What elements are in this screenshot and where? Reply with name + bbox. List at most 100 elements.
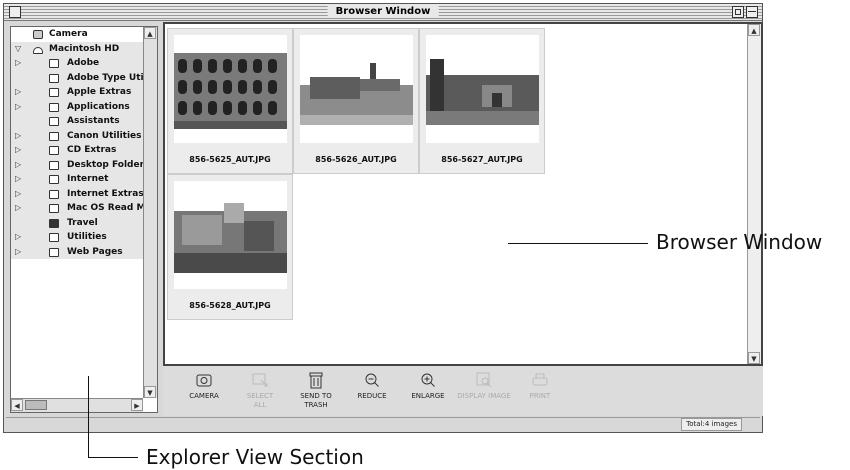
- disclosure-triangle-icon[interactable]: ▷: [15, 203, 25, 212]
- tree-item-label: CD Extras: [67, 145, 117, 155]
- hard-disk-icon: [33, 46, 43, 54]
- status-bar: Total:4 images: [6, 417, 760, 431]
- explorer-view-callout: Explorer View Section: [146, 445, 364, 469]
- tree-item-label: Desktop Folder: [67, 159, 143, 170]
- disclosure-triangle-icon[interactable]: ▷: [15, 232, 25, 241]
- thumbnail-cell[interactable]: 856-5627_AUT.JPG: [419, 28, 545, 174]
- tree-item-label: Canon Utilities: [67, 130, 142, 141]
- disclosure-triangle-icon[interactable]: ▷: [15, 131, 25, 140]
- disclosure-triangle-icon[interactable]: ▽: [15, 44, 25, 53]
- explorer-callout-vline: [88, 376, 89, 458]
- folder-icon: [49, 131, 59, 141]
- tree-item[interactable]: ▷ Utilities: [11, 230, 143, 245]
- toolbar-button-label: CAMERA: [189, 392, 219, 400]
- tree-item[interactable]: ▷ Internet: [11, 172, 143, 187]
- tree-item[interactable]: ▷ Mac OS Read Me I: [11, 201, 143, 216]
- tree-item-label: Macintosh HD: [49, 43, 120, 54]
- camera-button[interactable]: CAMERA: [173, 370, 235, 401]
- browser-scroll-down-arrow[interactable]: ▼: [748, 352, 760, 364]
- tree-item[interactable]: Adobe Type Utilit: [11, 70, 143, 85]
- tree-item[interactable]: ▷ Web Pages: [11, 244, 143, 259]
- tree-item[interactable]: ▷ Canon Utilities: [11, 128, 143, 143]
- zoom-out-icon: [341, 370, 403, 390]
- tree-item[interactable]: ▽ Macintosh HD: [11, 41, 143, 56]
- reduce-button[interactable]: REDUCE: [341, 370, 403, 401]
- thumbnail-filename: 856-5627_AUT.JPG: [441, 155, 523, 164]
- disclosure-triangle-icon[interactable]: ▷: [15, 87, 25, 96]
- tree-item[interactable]: Travel: [11, 215, 143, 230]
- toolbar-button-label: SEND TO TRASH: [300, 392, 332, 409]
- browser-app-window: Browser Window Camera ▽ Macintosh HD ▷ Adobe…: [3, 3, 763, 433]
- toolbar-button-label: ENLARGE: [411, 392, 445, 400]
- tree-item[interactable]: Camera: [11, 27, 143, 42]
- image-count: Total:4 images: [681, 418, 742, 431]
- disclosure-triangle-icon[interactable]: ▷: [15, 247, 25, 256]
- folder-icon: [49, 233, 59, 242]
- folder-icon: [49, 247, 59, 257]
- toolbar-button-label: PRINT: [529, 392, 551, 400]
- tree-item[interactable]: Assistants: [11, 114, 143, 129]
- disclosure-triangle-icon[interactable]: ▷: [15, 174, 25, 183]
- toolbar-button-label: DISPLAY IMAGE: [457, 392, 511, 400]
- tree-item[interactable]: ▷ Applications: [11, 99, 143, 114]
- window-title: Browser Window: [327, 5, 439, 18]
- folder-icon: [49, 117, 59, 126]
- tree-item[interactable]: ▷ CD Extras: [11, 143, 143, 158]
- tree-item-label: Adobe Type Utilit: [67, 72, 143, 83]
- scroll-up-arrow[interactable]: ▲: [144, 27, 156, 39]
- zoom-box[interactable]: [732, 6, 744, 18]
- folder-icon: [49, 59, 59, 68]
- disclosure-triangle-icon[interactable]: ▷: [15, 145, 25, 154]
- disclosure-triangle-icon[interactable]: ▷: [15, 160, 25, 169]
- print-button[interactable]: PRINT: [509, 370, 571, 401]
- enlarge-button[interactable]: ENLARGE: [397, 370, 459, 401]
- explorer-horizontal-scrollbar[interactable]: ◀ ▶: [11, 398, 143, 412]
- zoom-in-icon: [397, 370, 459, 390]
- tree-item-label: Travel: [67, 217, 98, 228]
- disclosure-triangle-icon[interactable]: ▷: [15, 58, 25, 67]
- browser-scroll-up-arrow[interactable]: ▲: [748, 24, 760, 36]
- tree-item[interactable]: ▷ Adobe: [11, 56, 143, 71]
- thumbnail-filename: 856-5628_AUT.JPG: [189, 301, 271, 310]
- folder-icon: [49, 218, 59, 228]
- tree-item[interactable]: ▷ Internet Extras: [11, 186, 143, 201]
- folder-icon: [49, 146, 59, 155]
- scroll-left-arrow[interactable]: ◀: [11, 399, 23, 411]
- tree-item-label: Internet: [67, 174, 109, 184]
- thumbnail-image[interactable]: [174, 181, 287, 289]
- browser-window-callout: Browser Window: [656, 230, 823, 254]
- select-all-icon: [229, 370, 291, 390]
- tree-item-label: Applications: [67, 101, 130, 112]
- camera-icon: [33, 30, 43, 39]
- disclosure-triangle-icon[interactable]: ▷: [15, 189, 25, 198]
- tree-item-label: Apple Extras: [67, 87, 132, 97]
- tree-item-label: Adobe: [67, 58, 100, 68]
- explorer-vertical-scrollbar[interactable]: ▲ ▼: [143, 27, 157, 398]
- tree-item[interactable]: ▷ Desktop Folder: [11, 157, 143, 172]
- send-to-trash-button[interactable]: SEND TO TRASH: [285, 370, 347, 410]
- thumbnail-browser-area: 856-5625_AUT.JPG 856-5626_AUT.JPG 856-5627…: [163, 22, 763, 366]
- explorer-callout-hline: [88, 457, 138, 458]
- folder-icon: [49, 204, 59, 213]
- tree-item[interactable]: ▷ Apple Extras: [11, 85, 143, 100]
- scroll-right-arrow[interactable]: ▶: [131, 399, 143, 411]
- thumbnail-cell[interactable]: 856-5625_AUT.JPG: [167, 28, 293, 174]
- display-image-button[interactable]: DISPLAY IMAGE: [453, 370, 515, 401]
- print-icon: [509, 370, 571, 390]
- thumbnail-image[interactable]: [174, 35, 287, 143]
- thumbnail-image[interactable]: [300, 35, 413, 143]
- title-bar[interactable]: Browser Window: [4, 4, 762, 21]
- scroll-thumb[interactable]: [25, 400, 47, 410]
- scroll-down-arrow[interactable]: ▼: [144, 386, 156, 398]
- browser-vertical-scrollbar[interactable]: ▲ ▼: [747, 24, 761, 364]
- select-all-button[interactable]: SELECT ALL: [229, 370, 291, 410]
- disclosure-triangle-icon[interactable]: ▷: [15, 102, 25, 111]
- close-box[interactable]: [9, 6, 21, 18]
- thumbnail-cell[interactable]: 856-5628_AUT.JPG: [167, 174, 293, 320]
- folder-icon: [49, 189, 59, 199]
- thumbnail-cell[interactable]: 856-5626_AUT.JPG: [293, 28, 419, 174]
- explorer-view-section: Camera ▽ Macintosh HD ▷ Adobe Adobe Type Util…: [10, 26, 158, 413]
- collapse-box[interactable]: [746, 6, 758, 18]
- thumbnail-image[interactable]: [426, 35, 539, 143]
- browser-callout-line: [508, 243, 648, 244]
